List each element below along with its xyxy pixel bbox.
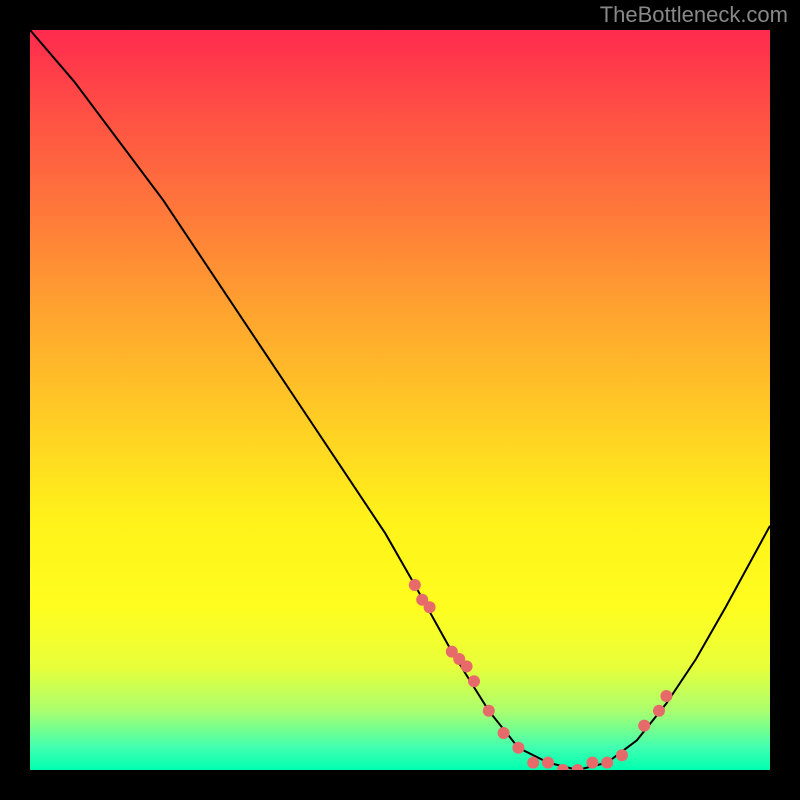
marker-dot bbox=[468, 675, 480, 687]
marker-dot bbox=[527, 757, 539, 769]
marker-dot bbox=[542, 757, 554, 769]
marker-dot bbox=[616, 749, 628, 761]
plot-area bbox=[30, 30, 770, 770]
marker-dot bbox=[586, 757, 598, 769]
marker-dot bbox=[660, 690, 672, 702]
marker-dot bbox=[498, 727, 510, 739]
marker-dot bbox=[424, 601, 436, 613]
bottleneck-curve bbox=[30, 30, 770, 770]
marker-dot bbox=[638, 720, 650, 732]
marker-dot bbox=[572, 764, 584, 770]
marker-dot bbox=[409, 579, 421, 591]
marker-dot bbox=[512, 742, 524, 754]
marker-dot bbox=[601, 757, 613, 769]
marker-dot bbox=[461, 660, 473, 672]
marker-group bbox=[409, 579, 673, 770]
watermark-text: TheBottleneck.com bbox=[600, 2, 788, 28]
marker-dot bbox=[653, 705, 665, 717]
curve-svg bbox=[30, 30, 770, 770]
marker-dot bbox=[483, 705, 495, 717]
chart-container: TheBottleneck.com bbox=[0, 0, 800, 800]
